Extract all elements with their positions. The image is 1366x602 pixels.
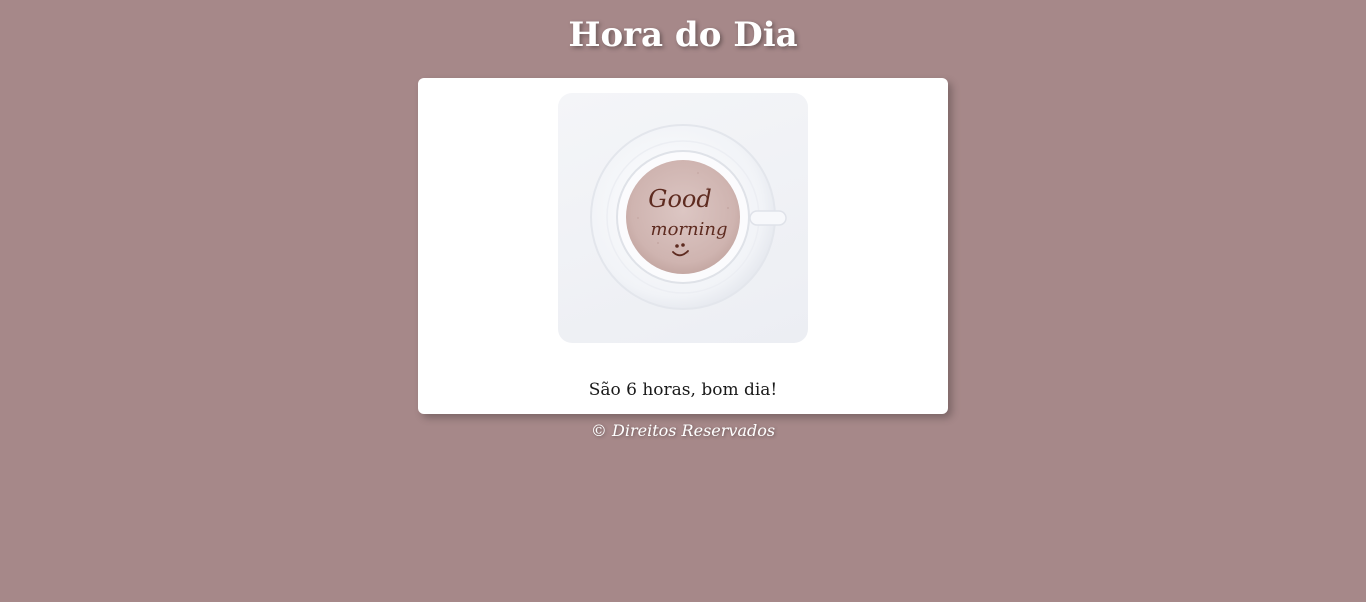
morning-coffee-image: Good morning (558, 93, 808, 343)
footer: © Direitos Reservados (0, 419, 1366, 443)
content-card: Good morning São 6 horas, bom dia! (418, 78, 948, 414)
coffee-foam (626, 160, 740, 274)
footer-text: Direitos Reservados (612, 421, 776, 440)
time-greeting-message: São 6 horas, bom dia! (588, 380, 778, 400)
copyright-icon: © (590, 421, 607, 440)
page-title: Hora do Dia (568, 15, 798, 55)
latte-art-text-good: Good (648, 185, 711, 213)
cup-handle (749, 210, 787, 226)
coffee-cup-illustration: Good morning (590, 124, 787, 310)
latte-art-text-morning: morning (651, 219, 728, 240)
